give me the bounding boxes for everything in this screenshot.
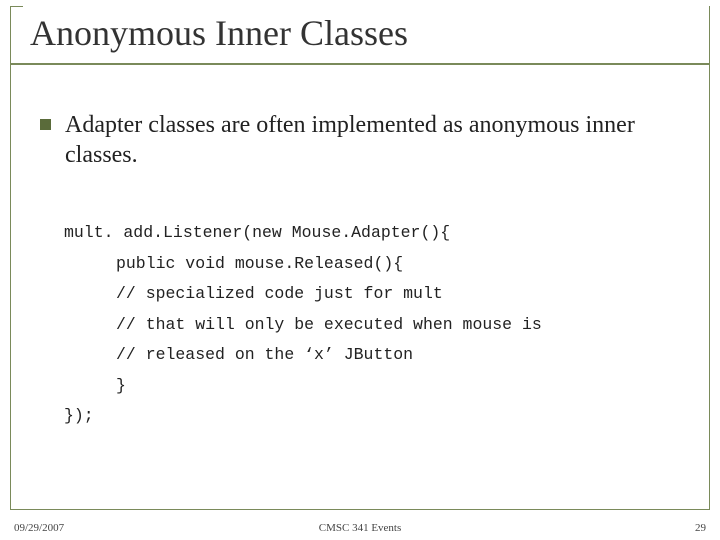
square-bullet-icon — [40, 119, 51, 130]
code-line: }); — [64, 401, 700, 432]
code-line: // specialized code just for mult — [64, 279, 700, 310]
slide-title: Anonymous Inner Classes — [30, 12, 414, 54]
code-line: } — [64, 371, 700, 402]
title-underline — [10, 63, 710, 65]
code-line: mult. add.Listener(new Mouse.Adapter(){ — [64, 218, 700, 249]
footer-date: 09/29/2007 — [14, 522, 64, 534]
footer-course: CMSC 341 Events — [319, 522, 402, 534]
code-line: public void mouse.Released(){ — [64, 249, 700, 280]
bullet-item: Adapter classes are often implemented as… — [40, 110, 700, 170]
code-block: mult. add.Listener(new Mouse.Adapter(){ … — [64, 218, 700, 432]
slide-footer: 09/29/2007 CMSC 341 Events 29 — [0, 522, 720, 534]
body-text: Adapter classes are often implemented as… — [65, 110, 700, 170]
slide-content: Adapter classes are often implemented as… — [40, 110, 700, 432]
code-line: // released on the ‘x’ JButton — [64, 340, 700, 371]
code-line: // that will only be executed when mouse… — [64, 310, 700, 341]
footer-page-number: 29 — [695, 522, 706, 534]
